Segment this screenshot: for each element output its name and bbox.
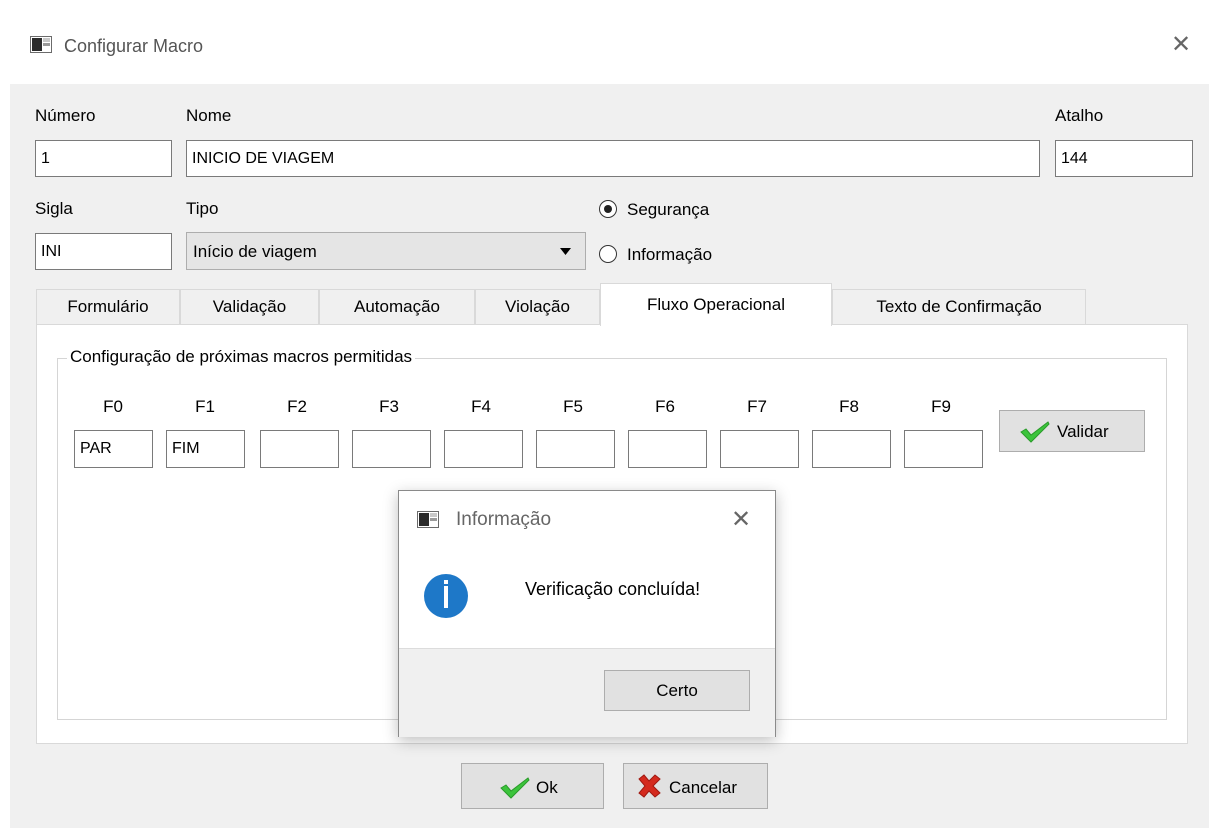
f8-label: F8 (839, 397, 859, 416)
f3-label: F3 (379, 397, 399, 416)
f8-input[interactable] (812, 430, 891, 468)
red-x-icon (638, 774, 661, 798)
seguranca-radio[interactable] (599, 200, 617, 218)
window-close-button[interactable]: ✕ (1171, 30, 1191, 59)
f6-label: F6 (655, 397, 675, 416)
f1-input[interactable] (166, 430, 245, 468)
nome-label: Nome (186, 106, 232, 125)
dialog-title: Informação (456, 509, 552, 530)
tab-automacao[interactable]: Automação (319, 289, 475, 325)
numero-input[interactable] (35, 140, 172, 177)
f0-label: F0 (103, 397, 123, 416)
f5-label: F5 (563, 397, 583, 416)
dialog-message: Verificação concluída! (525, 579, 701, 599)
dialog-close-button[interactable]: ✕ (731, 505, 751, 534)
f4-input[interactable] (444, 430, 523, 468)
cancelar-label: Cancelar (669, 778, 738, 797)
informacao-dialog: Informação ✕ Verificação concluída! Cert… (398, 490, 776, 737)
dropdown-arrow-icon (560, 248, 571, 255)
app-window-icon (30, 36, 52, 53)
f4-label: F4 (471, 397, 491, 416)
tab-texto-de-confirmacao[interactable]: Texto de Confirmação (832, 289, 1086, 325)
info-icon (424, 574, 468, 618)
ok-button[interactable]: Ok (461, 763, 604, 809)
sigla-label: Sigla (35, 199, 73, 218)
informacao-radio[interactable] (599, 245, 617, 263)
app-window-icon (417, 511, 439, 528)
tab-validacao[interactable]: Validação (180, 289, 319, 325)
nome-input[interactable] (186, 140, 1040, 177)
f7-label: F7 (747, 397, 767, 416)
f7-input[interactable] (720, 430, 799, 468)
cancelar-button[interactable]: Cancelar (623, 763, 768, 809)
numero-label: Número (35, 106, 96, 125)
f3-input[interactable] (352, 430, 431, 468)
tab-violacao[interactable]: Violação (475, 289, 600, 325)
validar-label: Validar (1057, 422, 1109, 441)
window-title: Configurar Macro (64, 36, 204, 56)
ok-label: Ok (536, 778, 558, 797)
dialog-footer: Certo (399, 648, 775, 737)
group-box-title: Configuração de próximas macros permitid… (67, 347, 416, 367)
informacao-label: Informação (627, 245, 713, 264)
tipo-selected-value: Início de viagem (193, 242, 317, 261)
tipo-label: Tipo (186, 199, 219, 218)
f2-label: F2 (287, 397, 307, 416)
seguranca-label: Segurança (627, 200, 710, 219)
f9-label: F9 (931, 397, 951, 416)
f1-label: F1 (195, 397, 215, 416)
green-check-icon (500, 777, 530, 799)
tab-formulario[interactable]: Formulário (36, 289, 180, 325)
sigla-input[interactable] (35, 233, 172, 270)
certo-button[interactable]: Certo (604, 670, 750, 711)
validar-button[interactable]: Validar (999, 410, 1145, 452)
f0-input[interactable] (74, 430, 153, 468)
green-check-icon (1020, 421, 1050, 443)
atalho-input[interactable] (1055, 140, 1193, 177)
f6-input[interactable] (628, 430, 707, 468)
title-bar: Configurar Macro ✕ (10, 10, 1209, 84)
f9-input[interactable] (904, 430, 983, 468)
atalho-label: Atalho (1055, 106, 1104, 125)
f2-input[interactable] (260, 430, 339, 468)
tab-fluxo-operacional[interactable]: Fluxo Operacional (600, 283, 832, 326)
f5-input[interactable] (536, 430, 615, 468)
tipo-select[interactable]: Início de viagem (186, 232, 586, 270)
